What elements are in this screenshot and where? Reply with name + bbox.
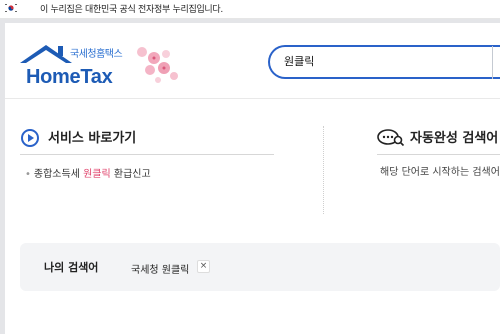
search-box[interactable] bbox=[268, 45, 500, 79]
gov-banner-text: 이 누리집은 대한민국 공식 전자정부 누리집입니다. bbox=[40, 5, 223, 15]
logo-subtitle: 국세청홈택스 bbox=[70, 49, 123, 60]
service-link-prefix: 종합소득세 bbox=[33, 169, 80, 180]
cherry-blossom-icon bbox=[137, 47, 178, 83]
autocomplete-description: 해당 단어로 시작하는 검색어 bbox=[380, 167, 500, 178]
service-link-highlight: 원클릭 bbox=[83, 169, 111, 180]
service-link-suffix: 환급신고 bbox=[113, 169, 151, 180]
bullet-icon: • bbox=[25, 169, 31, 180]
house-roof-icon bbox=[20, 45, 72, 63]
services-title: 서비스 바로가기 bbox=[48, 131, 137, 146]
header: 국세청홈택스 HomeTax bbox=[5, 23, 500, 99]
recent-search-tag[interactable]: 국세청 원클릭 bbox=[131, 261, 189, 276]
my-search-label: 나의 검색어 bbox=[44, 261, 99, 274]
search-panel: 국세청홈택스 HomeTax 서비스 바로가기 • bbox=[5, 23, 500, 334]
chat-search-icon bbox=[377, 129, 405, 147]
my-search-section: 나의 검색어 국세청 원클릭 × bbox=[20, 243, 500, 291]
column-divider bbox=[323, 126, 324, 214]
autocomplete-header: 자동완성 검색어 bbox=[377, 126, 500, 155]
autocomplete-title: 자동완성 검색어 bbox=[410, 131, 499, 146]
play-circle-icon bbox=[21, 129, 39, 147]
search-input[interactable] bbox=[284, 54, 484, 67]
remove-tag-button[interactable]: × bbox=[197, 260, 210, 273]
search-button-edge bbox=[492, 46, 493, 79]
logo-wordmark: HomeTax bbox=[26, 66, 113, 88]
korean-flag-icon bbox=[4, 3, 18, 13]
gov-banner: 이 누리집은 대한민국 공식 전자정부 누리집입니다. bbox=[0, 0, 500, 19]
hometax-logo[interactable]: 국세청홈택스 HomeTax bbox=[18, 37, 188, 101]
services-header: 서비스 바로가기 bbox=[20, 126, 274, 155]
service-link-item[interactable]: • 종합소득세 원클릭 환급신고 bbox=[25, 165, 151, 180]
